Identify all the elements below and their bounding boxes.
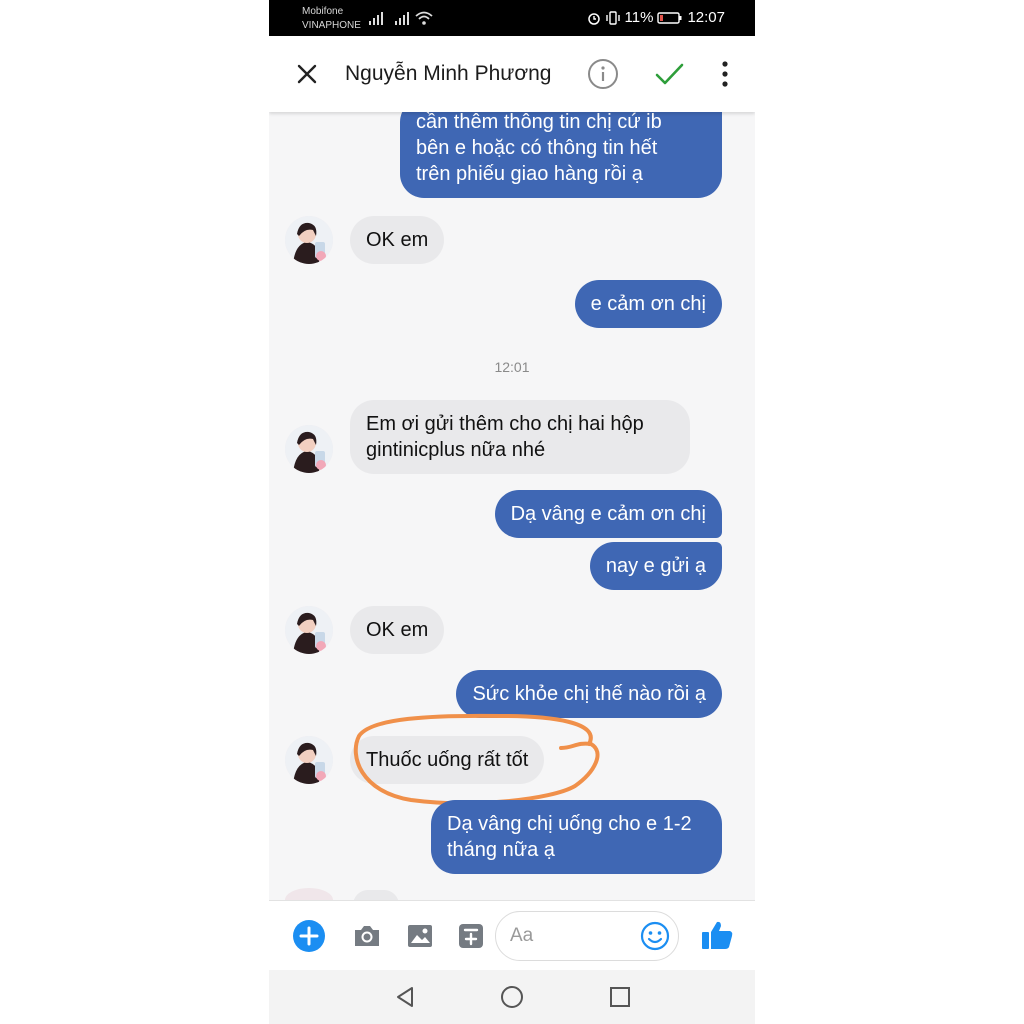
alarm-icon (587, 12, 600, 25)
avatar[interactable] (285, 736, 333, 784)
message-line: tháng nữa ạ (447, 839, 555, 861)
like-icon[interactable] (699, 917, 735, 953)
back-icon[interactable] (392, 984, 418, 1010)
signal-2-icon (395, 12, 409, 25)
carrier-1: Mobifone (302, 6, 344, 17)
message-line: nay e gửi ạ (605, 555, 706, 577)
message-line: Dạ vâng chị uống cho e 1-2 (447, 813, 692, 835)
more-vertical-icon[interactable] (713, 58, 737, 90)
contact-name[interactable]: Nguyễn Minh Phương (345, 62, 551, 86)
avatar[interactable] (285, 425, 333, 473)
message-line: gintinicplus nữa nhé (366, 439, 546, 461)
image-icon[interactable] (403, 919, 437, 953)
message-line: bên e hoặc có thông tin hết (416, 137, 658, 159)
message-line: Em ơi gửi thêm cho chị hai hộp (366, 413, 644, 435)
check-icon[interactable] (653, 58, 685, 90)
message-in[interactable]: Thuốc uống rất tốt (350, 736, 545, 784)
message-in-partial (353, 890, 399, 900)
timestamp: 12:01 (494, 359, 530, 375)
message-out[interactable]: nay e gửi ạ (589, 542, 722, 590)
message-in[interactable]: Em ơi gửi thêm cho chị hai hộp gintinicp… (350, 400, 690, 474)
message-in[interactable]: OK em (350, 216, 445, 264)
avatar-photo (285, 736, 333, 784)
message-line: Dạ vâng e cảm ơn chị (510, 503, 706, 525)
message-out[interactable]: Dạ vâng e cảm ơn chị (494, 490, 722, 538)
phone-screen: Mobifone VINAPHONE 11% 12:07 Nguyễn Minh… (269, 0, 755, 1024)
status-bar: Mobifone VINAPHONE 11% 12:07 (269, 0, 755, 36)
clock: 12:07 (687, 9, 725, 26)
message-list[interactable]: cần thêm thông tin chị cứ ib bên e hoặc … (269, 112, 755, 900)
message-line: OK em (366, 619, 429, 641)
sticker-icon[interactable] (454, 919, 488, 953)
add-icon[interactable] (292, 919, 326, 953)
recents-icon[interactable] (607, 984, 633, 1010)
battery-percent: 11% (624, 9, 654, 26)
battery-icon (657, 11, 682, 24)
message-line: Sức khỏe chị thế nào rồi ạ (472, 683, 706, 705)
avatar-photo (285, 425, 333, 473)
info-icon[interactable] (587, 58, 619, 90)
message-input[interactable] (510, 925, 630, 947)
message-line: trên phiếu giao hàng rồi ạ (416, 163, 643, 185)
message-out[interactable]: Sức khỏe chị thế nào rồi ạ (456, 670, 722, 718)
close-icon[interactable] (293, 60, 321, 88)
message-line: cần thêm thông tin chị cứ ib (416, 112, 662, 133)
message-line: Thuốc uống rất tốt (366, 749, 529, 771)
message-out[interactable]: e cảm ơn chị (574, 280, 722, 328)
message-out[interactable]: cần thêm thông tin chị cứ ib bên e hoặc … (400, 112, 722, 198)
carrier-2: VINAPHONE (302, 20, 361, 31)
message-box[interactable] (495, 911, 679, 961)
message-in[interactable]: OK em (350, 606, 445, 654)
camera-icon[interactable] (350, 919, 384, 953)
avatar[interactable] (285, 606, 333, 654)
signal-1-icon (369, 12, 383, 25)
avatar-photo (285, 216, 333, 264)
avatar (285, 888, 333, 900)
message-line: OK em (366, 229, 429, 251)
wifi-icon (415, 11, 433, 25)
status-right: 11% 12:07 (587, 9, 725, 26)
conversation-header: Nguyễn Minh Phương (269, 36, 755, 112)
message-line: e cảm ơn chị (590, 293, 706, 315)
composer-bar (269, 900, 755, 970)
emoji-icon[interactable] (640, 921, 670, 951)
system-nav-bar (269, 970, 755, 1024)
vibrate-icon (605, 10, 620, 25)
home-icon[interactable] (499, 984, 525, 1010)
avatar[interactable] (285, 216, 333, 264)
message-out[interactable]: Dạ vâng chị uống cho e 1-2 tháng nữa ạ (431, 800, 722, 874)
avatar-photo (285, 606, 333, 654)
